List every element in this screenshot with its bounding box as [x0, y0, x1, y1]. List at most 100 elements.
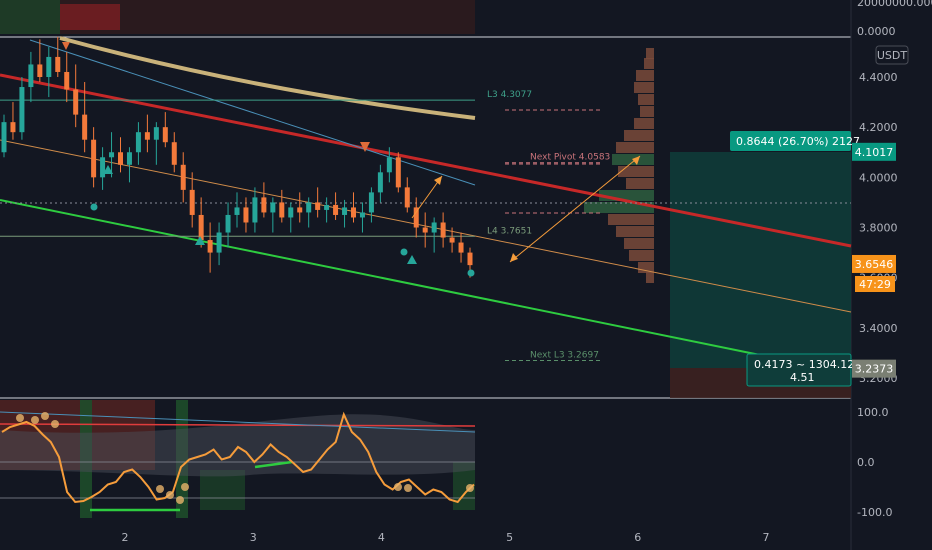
candle-body	[37, 64, 43, 77]
candle-body	[64, 71, 70, 90]
candle-body	[73, 89, 79, 115]
volume-profile-bar	[616, 226, 654, 237]
osc-tick-label: 100.0	[857, 406, 889, 419]
candle-body	[207, 240, 213, 253]
volume-profile-bar	[618, 166, 654, 177]
candle-body	[100, 157, 106, 178]
candle-body	[351, 207, 356, 218]
loss-label-line1: 0.4173 ~ 1304.121	[754, 358, 861, 371]
candle-body	[19, 87, 25, 133]
osc-dot	[181, 483, 189, 491]
osc-tick-label: 0.0	[857, 456, 875, 469]
candle-body	[377, 172, 383, 193]
osc-dot	[176, 496, 184, 504]
candle-body	[153, 127, 159, 140]
price-tick-label: 4.0000	[859, 171, 898, 184]
candle-body	[216, 232, 222, 253]
candle-body	[91, 139, 97, 178]
profit-label: 0.8644 (26.70%) 2127	[736, 135, 860, 148]
osc-dot	[51, 420, 59, 428]
volume-profile-bar	[616, 142, 654, 153]
candle-body	[440, 222, 446, 238]
candle-body	[386, 157, 392, 173]
price-tag-label: 4.1017	[855, 146, 894, 159]
candle-body	[395, 157, 401, 188]
candle-body	[467, 252, 473, 266]
signal-dot	[90, 203, 98, 211]
chart-svg: L3 4.3077 L4 3.7651 Next Pivot 4.0583 Next …	[0, 0, 932, 550]
price-tag-label: 3.6546	[855, 258, 894, 271]
candle-body	[297, 207, 303, 213]
candle-body	[270, 202, 276, 213]
candle-body	[28, 64, 34, 88]
candle-body	[180, 164, 186, 190]
candle-body	[431, 222, 437, 233]
level-label: Next Pivot 4.0583	[530, 153, 610, 163]
loss-label-line2: 4.51	[790, 371, 815, 384]
candle-body	[261, 197, 267, 213]
candle-body	[198, 214, 204, 241]
volume-tick-label: 0.0000	[857, 25, 896, 38]
price-tick-label: 4.2000	[859, 121, 898, 134]
time-tick-label: 3	[250, 531, 257, 544]
candle-body	[458, 242, 464, 253]
candle-body	[162, 127, 168, 143]
candle-body	[404, 187, 410, 208]
osc-dot	[41, 412, 49, 420]
volume-profile-bar	[608, 214, 654, 225]
candle-body	[46, 56, 52, 77]
candle-body	[144, 132, 150, 140]
time-tick-label: 6	[634, 531, 641, 544]
volume-profile-bar	[638, 94, 654, 105]
osc-dot	[31, 416, 39, 424]
volume-profile-bar	[634, 118, 654, 129]
candle-body	[10, 122, 16, 133]
time-tick-label: 2	[122, 531, 129, 544]
volume-profile-bar	[634, 82, 654, 93]
volume-strip	[0, 0, 475, 34]
currency-label: USDT	[877, 49, 908, 62]
profit-zone	[670, 152, 851, 368]
signal-dot-3	[467, 269, 475, 277]
osc-tick-label: -100.0	[857, 506, 892, 519]
level-label: L3 4.3077	[487, 90, 532, 100]
volume-profile-bar	[644, 58, 654, 69]
time-tick-label: 5	[506, 531, 513, 544]
osc-dot	[466, 484, 474, 492]
osc-dot	[16, 414, 24, 422]
candle-body	[288, 207, 294, 218]
candle-body	[333, 204, 339, 215]
osc-dot	[166, 491, 174, 499]
candle-body	[243, 207, 249, 223]
candle-body	[359, 212, 365, 218]
candle-body	[252, 197, 258, 223]
volume-profile-bar	[640, 106, 654, 117]
candle-body	[368, 192, 374, 213]
candle-body	[55, 56, 61, 72]
price-tag-label: 3.2373	[855, 363, 894, 376]
countdown-label: 47:29	[859, 278, 891, 291]
price-tick-label: 3.4000	[859, 322, 898, 335]
osc-dot	[404, 484, 412, 492]
volume-profile-bar	[624, 238, 654, 249]
time-tick-label: 4	[378, 531, 385, 544]
candle-body	[171, 142, 177, 165]
volume-tick-label: 20000000.0000	[857, 0, 932, 9]
candle-body	[279, 202, 285, 218]
level-label: L4 3.7651	[487, 226, 532, 236]
candle-body	[306, 202, 312, 213]
candle-body	[109, 152, 115, 158]
volume-strip-green	[0, 0, 60, 34]
candle-body	[315, 202, 321, 210]
candle-body	[1, 122, 7, 153]
volume-profile-bar	[626, 178, 654, 189]
volume-profile-bar	[646, 48, 654, 59]
candle-body	[234, 207, 240, 215]
candle-body	[225, 214, 231, 233]
candle-body	[118, 152, 123, 165]
candle-body	[324, 204, 330, 210]
volume-profile-bar	[624, 130, 654, 141]
volume-profile-bar	[646, 272, 654, 283]
volume-strip-red	[60, 4, 120, 30]
price-tick-label: 4.4000	[859, 71, 898, 84]
